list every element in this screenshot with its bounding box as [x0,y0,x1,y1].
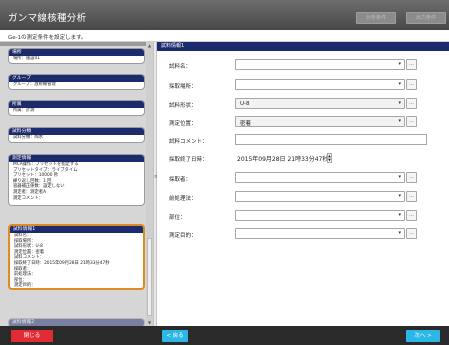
sample-shape-browse-button[interactable]: ... [406,98,417,109]
part-select[interactable]: ▾ [235,210,405,221]
measurement-position-browse-button[interactable]: ... [406,116,417,127]
chevron-down-icon: ▾ [398,100,401,106]
select-value: U-8 [240,101,250,107]
app-title: ガンマ線核種分析 [8,13,87,24]
chevron-down-icon: ▾ [398,81,401,87]
close-button[interactable]: 閉じる [11,330,53,342]
field-label: 試料形状： [169,103,197,109]
output-conditions-button[interactable]: 出力条件 [406,12,446,24]
chevron-down-icon: ▾ [398,212,401,218]
chevron-down-icon: ▾ [398,230,401,236]
collection-place-browse-button[interactable]: ... [406,79,417,90]
datetime-spinner[interactable]: ▲ ▼ [327,153,332,163]
measurement-position-select[interactable]: 密着 ▾ [235,116,405,127]
datetime-value[interactable]: 2015年09月28日 21時33分47秒 [237,154,328,163]
field-label: 測定目的： [169,233,197,239]
card-affiliation[interactable]: 所属 所属：計測 [8,100,145,116]
chevron-down-icon: ▾ [398,174,401,180]
card-line: 所属：計測 [13,108,35,113]
pretreatment-select[interactable]: ▾ [235,191,405,202]
card-title: 試料情報2 [9,319,144,326]
card-measurement-info[interactable]: 測定情報 MCA操作：プリセットを指定する プリセットタイプ：ライブタイム プリ… [8,154,145,206]
form-title: 試料情報1 [157,42,449,51]
card-title: 所属 [9,101,144,108]
field-label: 前処理法： [169,196,197,202]
back-button[interactable]: < 戻る [162,330,188,342]
field-label: 測定位置： [169,121,197,127]
pretreatment-browse-button[interactable]: ... [406,191,417,202]
field-label: 採取終了日時： [169,157,208,163]
scroll-down-icon[interactable]: ▼ [147,320,152,325]
card-title: 測定情報 [9,155,144,162]
app-window: ガンマ線核種分析 分析条件 出力条件 Ge-1の測定条件を設定します。 場所 場… [0,0,449,345]
sample-info-form: 試料情報1 試料名： ▾ ... 採取場所： ▾ ... 試料形状： U-8 ▾ [157,42,449,326]
card-line: グループ：放射線管理 [13,82,56,87]
analysis-conditions-button[interactable]: 分析条件 [356,12,396,24]
field-measurement-purpose: 測定目的： ▾ ... [157,228,449,240]
field-part: 部位： ▾ ... [157,210,449,222]
card-line: 場所：施設01 [13,56,40,61]
field-label: 試料コメント： [169,139,208,145]
field-collection-end-datetime: 採取終了日時： 2015年09月28日 21時33分47秒 ▲ ▼ [157,152,449,164]
title-bar: ガンマ線核種分析 分析条件 出力条件 [0,0,449,30]
field-label: 試料名： [169,64,192,70]
footer-bar: 閉じる < 戻る 次へ > [0,326,449,345]
field-sample-comment: 試料コメント： [157,134,449,146]
field-label: 部位： [169,215,186,221]
field-collector: 採取者： ▾ ... [157,172,449,184]
scroll-up-icon[interactable]: ▲ [147,43,152,48]
sample-shape-select[interactable]: U-8 ▾ [235,98,405,109]
field-sample-shape: 試料形状： U-8 ▾ ... [157,98,449,110]
chevron-down-icon: ▾ [398,61,401,67]
chevron-down-icon: ▾ [398,118,401,124]
card-title: 場所 [9,49,144,56]
instruction-bar: Ge-1の測定条件を設定します。 [0,30,449,42]
sample-comment-input[interactable] [235,134,427,145]
field-collection-place: 採取場所： ▾ ... [157,79,449,91]
select-value: 密着 [240,121,252,127]
card-title: グループ [9,75,144,82]
scrollbar-thumb[interactable] [147,238,152,316]
card-sample-info-1[interactable]: 試料情報1 試料名： 採取場所： 試料形状：U-8 測定位置：密着 試料コメント… [8,224,145,290]
card-line: 試料分類：陶水 [13,135,44,140]
measurement-purpose-select[interactable]: ▾ [235,228,405,239]
card-title: 試料情報1 [10,226,143,233]
card-group[interactable]: グループ グループ：放射線管理 [8,74,145,90]
card-title: 試料分類 [9,128,144,135]
part-browse-button[interactable]: ... [406,210,417,221]
card-sample-category[interactable]: 試料分類 試料分類：陶水 [8,127,145,143]
sample-name-select[interactable]: ▾ [235,59,405,70]
sample-name-browse-button[interactable]: ... [406,59,417,70]
next-button[interactable]: 次へ > [406,330,440,342]
chevron-down-icon[interactable]: ▼ [328,158,331,162]
card-location[interactable]: 場所 場所：施設01 [8,48,145,64]
summary-panel: 場所 場所：施設01 グループ グループ：放射線管理 所属 所属：計測 試料分類… [0,42,153,328]
summary-scrollbar[interactable]: ▲ ▼ [146,42,153,326]
field-pretreatment: 前処理法： ▾ ... [157,191,449,203]
chevron-down-icon: ▾ [398,193,401,199]
field-measurement-position: 測定位置： 密着 ▾ ... [157,116,449,128]
measurement-purpose-browse-button[interactable]: ... [406,228,417,239]
card-line: 測定コメント： [13,195,44,201]
collector-select[interactable]: ▾ [235,172,405,183]
field-sample-name: 試料名： ▾ ... [157,59,449,71]
field-label: 採取者： [169,177,192,183]
collector-browse-button[interactable]: ... [406,172,417,183]
card-line: 測定目的： [14,283,36,289]
collection-place-select[interactable]: ▾ [235,79,405,90]
instruction-text: Ge-1の測定条件を設定します。 [8,34,87,41]
field-label: 採取場所： [169,84,197,90]
panel-strip [0,42,153,46]
